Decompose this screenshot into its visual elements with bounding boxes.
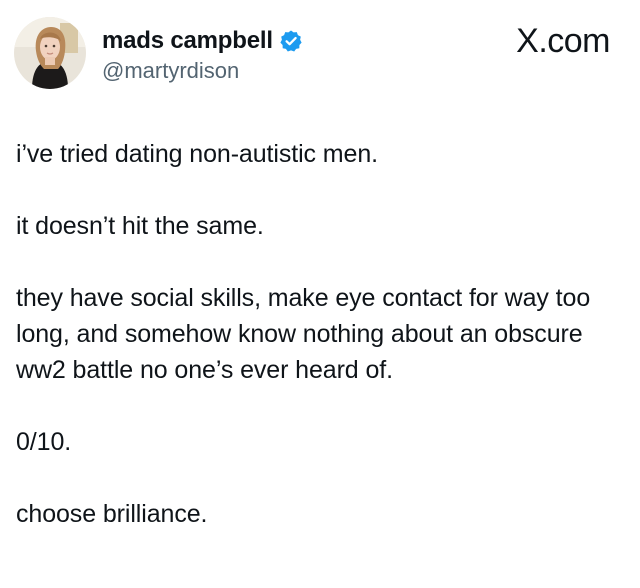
avatar[interactable] xyxy=(14,17,86,89)
name-row: mads campbell xyxy=(102,26,303,56)
tweet-paragraph-5: choose brilliance. xyxy=(16,500,208,528)
verified-badge-icon xyxy=(279,29,303,53)
tweet-paragraph-1: i’ve tried dating non-autistic men. xyxy=(16,140,378,168)
tweet-paragraph-3: they have social skills, make eye contac… xyxy=(16,284,591,384)
author-block: mads campbell @martyrdison xyxy=(102,26,303,84)
user-handle[interactable]: @martyrdison xyxy=(102,58,303,84)
tweet-card: mads campbell @martyrdison X.com i’ve tr… xyxy=(0,0,640,588)
avatar-photo xyxy=(14,17,86,89)
tweet-paragraph-2: it doesn’t hit the same. xyxy=(16,212,264,240)
x-com-watermark: X.com xyxy=(516,22,610,60)
display-name[interactable]: mads campbell xyxy=(102,27,273,55)
tweet-text: i’ve tried dating non-autistic men. it d… xyxy=(16,136,616,532)
tweet-paragraph-4: 0/10. xyxy=(16,428,72,456)
